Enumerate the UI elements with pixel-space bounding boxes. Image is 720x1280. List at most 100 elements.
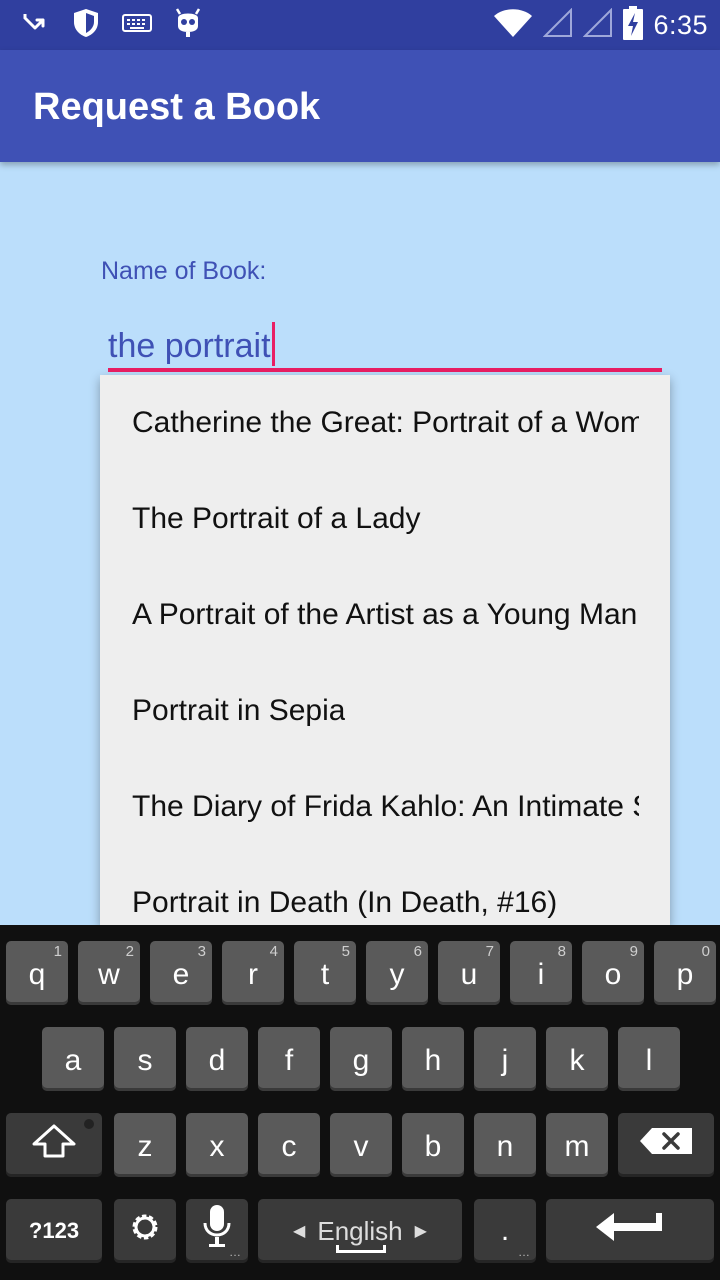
key-p[interactable]: 0p xyxy=(654,941,716,1005)
key-g[interactable]: g xyxy=(330,1027,392,1091)
key-label: s xyxy=(137,1044,153,1077)
key-hint: 0 xyxy=(701,943,710,960)
key-u[interactable]: 7u xyxy=(438,941,500,1005)
enter-arrow-icon xyxy=(594,1209,666,1253)
key-label: c xyxy=(281,1130,297,1163)
key-z[interactable]: z xyxy=(114,1113,176,1177)
backspace-icon xyxy=(638,1126,694,1164)
key-o[interactable]: 9o xyxy=(582,941,644,1005)
voice-input-key[interactable]: … xyxy=(186,1199,248,1263)
more-dots-icon: … xyxy=(518,1245,530,1259)
space-bar-icon xyxy=(336,1245,386,1253)
key-b[interactable]: b xyxy=(402,1113,464,1177)
suggestion-item[interactable]: The Portrait of a Lady xyxy=(100,471,670,567)
key-hint: 5 xyxy=(341,943,350,960)
key-label: f xyxy=(284,1044,294,1077)
key-e[interactable]: 3e xyxy=(150,941,212,1005)
status-bar: 6:35 xyxy=(0,0,720,50)
suggestions-dropdown: Catherine the Great: Portrait of a Woman… xyxy=(100,375,670,925)
key-label: p xyxy=(676,958,694,991)
key-c[interactable]: c xyxy=(258,1113,320,1177)
key-q[interactable]: 1q xyxy=(6,941,68,1005)
enter-key[interactable] xyxy=(546,1199,714,1263)
key-label: z xyxy=(137,1130,153,1163)
key-v[interactable]: v xyxy=(330,1113,392,1177)
suggestion-item[interactable]: Portrait in Death (In Death, #16) xyxy=(100,855,670,925)
suggestion-label: Portrait in Sepia xyxy=(132,694,346,727)
book-name-value: the portrait xyxy=(108,327,271,365)
key-hint: 6 xyxy=(413,943,422,960)
book-name-label: Name of Book: xyxy=(101,257,267,285)
key-f[interactable]: f xyxy=(258,1027,320,1091)
language-label: English xyxy=(317,1215,403,1246)
suggestion-label: The Portrait of a Lady xyxy=(132,502,421,535)
language-prev-icon: ◀ xyxy=(293,1223,306,1240)
app-bar: Request a Book xyxy=(0,50,720,162)
suggestion-label: Catherine the Great: Portrait of a Woman xyxy=(132,406,639,439)
key-label: i xyxy=(537,958,545,991)
key-hint: 2 xyxy=(125,943,134,960)
key-d[interactable]: d xyxy=(186,1027,248,1091)
key-k[interactable]: k xyxy=(546,1027,608,1091)
key-m[interactable]: m xyxy=(546,1113,608,1177)
key-label: o xyxy=(604,958,622,991)
backspace-key[interactable] xyxy=(618,1113,714,1177)
suggestion-item[interactable]: A Portrait of the Artist as a Young Man xyxy=(100,567,670,663)
soft-keyboard: 1q 2w 3e 4r 5t 6y 7u 8i 9o 0p a s d f g … xyxy=(0,925,720,1280)
key-w[interactable]: 2w xyxy=(78,941,140,1005)
key-a[interactable]: a xyxy=(42,1027,104,1091)
signal-icon xyxy=(583,7,613,43)
key-label: l xyxy=(645,1044,653,1077)
key-h[interactable]: h xyxy=(402,1027,464,1091)
key-label: k xyxy=(569,1044,585,1077)
key-r[interactable]: 4r xyxy=(222,941,284,1005)
key-label: . xyxy=(500,1214,510,1247)
key-hint: 8 xyxy=(557,943,566,960)
key-label: u xyxy=(460,958,478,991)
symbols-key[interactable]: ?123 xyxy=(6,1199,102,1263)
settings-key[interactable] xyxy=(114,1199,176,1263)
key-hint: 4 xyxy=(269,943,278,960)
key-x[interactable]: x xyxy=(186,1113,248,1177)
shift-key[interactable] xyxy=(6,1113,102,1177)
suggestion-item[interactable]: Catherine the Great: Portrait of a Woman xyxy=(100,375,670,471)
suggestion-item[interactable]: The Diary of Frida Kahlo: An Intimate Se… xyxy=(100,759,670,855)
missed-call-icon xyxy=(22,9,50,42)
book-name-underline xyxy=(108,368,662,372)
key-l[interactable]: l xyxy=(618,1027,680,1091)
key-s[interactable]: s xyxy=(114,1027,176,1091)
caps-indicator-icon xyxy=(84,1119,94,1129)
spacebar-key[interactable]: ◀ English ▶ xyxy=(258,1199,462,1263)
key-label: t xyxy=(320,958,330,991)
key-hint: 7 xyxy=(485,943,494,960)
suggestion-label: The Diary of Frida Kahlo: An Intimate Se… xyxy=(132,790,639,823)
key-t[interactable]: 5t xyxy=(294,941,356,1005)
key-hint: 3 xyxy=(197,943,206,960)
key-label: x xyxy=(209,1130,225,1163)
key-label: j xyxy=(501,1044,509,1077)
key-label: h xyxy=(424,1044,442,1077)
key-y[interactable]: 6y xyxy=(366,941,428,1005)
key-label: b xyxy=(424,1130,442,1163)
signal-icon xyxy=(543,7,573,43)
status-bar-left-icons xyxy=(22,7,202,43)
key-label: d xyxy=(208,1044,226,1077)
key-label: y xyxy=(389,958,405,991)
key-label: w xyxy=(98,958,120,991)
suggestion-item[interactable]: Portrait in Sepia xyxy=(100,663,670,759)
keyboard-icon xyxy=(122,13,152,38)
key-label: r xyxy=(248,958,258,991)
page-title: Request a Book xyxy=(33,86,321,128)
key-period[interactable]: . … xyxy=(474,1199,536,1263)
key-label: e xyxy=(172,958,190,991)
shift-icon xyxy=(30,1123,78,1167)
key-i[interactable]: 8i xyxy=(510,941,572,1005)
key-n[interactable]: n xyxy=(474,1113,536,1177)
key-j[interactable]: j xyxy=(474,1027,536,1091)
battery-charging-icon xyxy=(623,5,644,45)
android-debug-icon xyxy=(174,7,202,43)
key-hint: 9 xyxy=(629,943,638,960)
key-label: v xyxy=(353,1130,369,1163)
suggestion-label: Portrait in Death (In Death, #16) xyxy=(132,886,558,919)
key-label: m xyxy=(564,1130,590,1163)
